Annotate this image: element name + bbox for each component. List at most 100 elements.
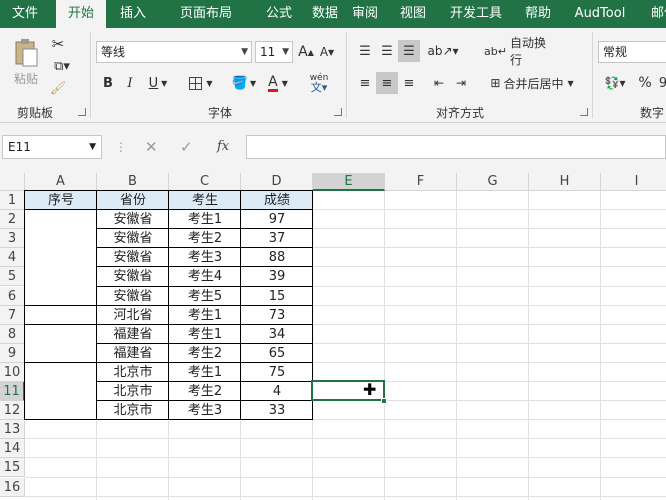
table-cell[interactable]: 考生2	[169, 229, 241, 248]
worksheet-grid[interactable]: A B C D E F G H I 1 2 3 4 5 6 7 8 9 10 11 12 13 14 15 16 序号 省份 考生 成绩…	[0, 173, 666, 500]
increase-indent-button[interactable]: ⇥	[450, 72, 472, 94]
font-color-button[interactable]: A ▼	[262, 72, 294, 94]
underline-button[interactable]: U ▼	[142, 72, 174, 94]
grow-font-button[interactable]: A ▲	[297, 42, 315, 62]
table-cell[interactable]: 安徽省	[97, 287, 169, 306]
row-header[interactable]: 10	[0, 362, 25, 382]
align-bottom-button[interactable]: ☰	[398, 40, 420, 62]
column-header[interactable]: H	[529, 173, 601, 191]
tab-10[interactable]: AudTool	[567, 0, 633, 28]
column-header[interactable]: B	[97, 173, 169, 191]
insert-function-button[interactable]: fx	[217, 137, 229, 157]
table-cell[interactable]: 考生2	[169, 382, 241, 401]
align-middle-button[interactable]: ☰	[376, 40, 398, 62]
row-header[interactable]: 6	[0, 286, 25, 306]
alignment-launcher[interactable]	[580, 108, 588, 116]
table-cell[interactable]: 考生5	[169, 287, 241, 306]
table-cell[interactable]: 39	[241, 267, 313, 286]
table-cell[interactable]: 考生2	[169, 344, 241, 363]
font-name-select[interactable]: 等线 ▼	[96, 41, 252, 63]
font-launcher[interactable]	[334, 108, 342, 116]
table-cell[interactable]: 安徽省	[97, 248, 169, 267]
phonetic-button[interactable]: wén 文▾	[304, 70, 334, 96]
column-header[interactable]: G	[457, 173, 529, 191]
tab-4[interactable]: 公式	[254, 0, 304, 28]
shrink-font-button[interactable]: A ▼	[318, 42, 336, 62]
row-header[interactable]: 13	[0, 420, 25, 440]
fill-color-button[interactable]: 🪣 ▼	[228, 72, 260, 94]
merge-center-button[interactable]: ⊞ 合并后居中 ▼	[484, 72, 580, 94]
align-top-button[interactable]: ☰	[354, 40, 376, 62]
table-cell[interactable]: 考生4	[169, 267, 241, 286]
comma-button[interactable]: 9	[656, 72, 666, 94]
table-cell[interactable]: 88	[241, 248, 313, 267]
align-right-button[interactable]: ≡	[398, 72, 420, 94]
tab-2[interactable]: 插入	[108, 0, 158, 28]
name-box[interactable]: E11 ▼	[2, 135, 102, 159]
merged-cell-A[interactable]	[25, 210, 96, 305]
column-header[interactable]: I	[601, 173, 666, 191]
table-cell[interactable]: 65	[241, 344, 313, 363]
more-options-icon[interactable]: ⋮	[115, 137, 127, 157]
cancel-icon[interactable]: ✕	[145, 137, 158, 157]
table-cell[interactable]: 73	[241, 306, 313, 325]
select-all-corner[interactable]	[0, 173, 25, 191]
merged-cell-A[interactable]	[25, 325, 96, 362]
tab-1[interactable]: 开始	[56, 0, 106, 28]
table-cell[interactable]: 34	[241, 325, 313, 344]
accounting-format-button[interactable]: 💱▾	[600, 72, 630, 94]
column-header[interactable]: D	[241, 173, 313, 191]
table-header-cell[interactable]: 序号	[25, 191, 97, 210]
tab-7[interactable]: 视图	[388, 0, 438, 28]
table-cell[interactable]: 北京市	[97, 363, 169, 382]
paste-button[interactable]: 粘贴	[6, 32, 46, 92]
tab-11[interactable]: 邮件	[644, 0, 666, 28]
row-header[interactable]: 4	[0, 248, 25, 268]
table-cell[interactable]: 福建省	[97, 325, 169, 344]
table-header-cell[interactable]: 成绩	[241, 191, 313, 210]
table-cell[interactable]: 考生1	[169, 325, 241, 344]
row-header[interactable]: 5	[0, 267, 25, 287]
row-header[interactable]: 14	[0, 439, 25, 459]
enter-icon[interactable]: ✓	[180, 137, 193, 157]
percent-button[interactable]: %	[634, 72, 656, 94]
copy-button[interactable]: ⧉▾	[48, 56, 76, 76]
formula-input[interactable]	[246, 135, 666, 159]
table-cell[interactable]: 考生1	[169, 210, 241, 229]
row-header[interactable]: 9	[0, 343, 25, 363]
tab-6[interactable]: 审阅	[340, 0, 390, 28]
table-cell[interactable]: 河北省	[97, 306, 169, 325]
table-header-cell[interactable]: 省份	[97, 191, 169, 210]
align-left-button[interactable]: ≡	[354, 72, 376, 94]
table-cell[interactable]: 北京市	[97, 401, 169, 420]
table-cell[interactable]: 75	[241, 363, 313, 382]
table-cell[interactable]: 安徽省	[97, 267, 169, 286]
italic-button[interactable]: I	[120, 72, 140, 94]
align-center-button[interactable]: ≡	[376, 72, 398, 94]
table-cell[interactable]: 北京市	[97, 382, 169, 401]
column-header[interactable]: A	[25, 173, 97, 191]
table-cell[interactable]: 考生3	[169, 248, 241, 267]
table-cell[interactable]: 33	[241, 401, 313, 420]
table-cell[interactable]: 安徽省	[97, 229, 169, 248]
column-header[interactable]: E	[313, 173, 385, 191]
tab-3[interactable]: 页面布局	[160, 0, 252, 28]
row-header[interactable]: 12	[0, 401, 25, 421]
table-cell[interactable]: 考生1	[169, 363, 241, 382]
row-header[interactable]: 11	[0, 382, 25, 402]
table-cell[interactable]: 37	[241, 229, 313, 248]
merged-cell-A[interactable]	[25, 363, 96, 419]
decrease-indent-button[interactable]: ⇤	[428, 72, 450, 94]
row-header[interactable]: 2	[0, 210, 25, 230]
table-cell[interactable]: 考生1	[169, 306, 241, 325]
table-cell[interactable]: 4	[241, 382, 313, 401]
table-cell[interactable]: 15	[241, 287, 313, 306]
font-size-select[interactable]: 11 ▼	[255, 41, 293, 63]
wrap-text-button[interactable]: ab↵ 自动换行	[484, 36, 556, 67]
borders-button[interactable]: ▼	[184, 72, 218, 94]
fill-handle[interactable]	[381, 398, 387, 404]
row-header[interactable]: 3	[0, 229, 25, 249]
row-header[interactable]: 8	[0, 324, 25, 344]
row-header[interactable]: 1	[0, 191, 25, 211]
row-header[interactable]: 7	[0, 305, 25, 325]
